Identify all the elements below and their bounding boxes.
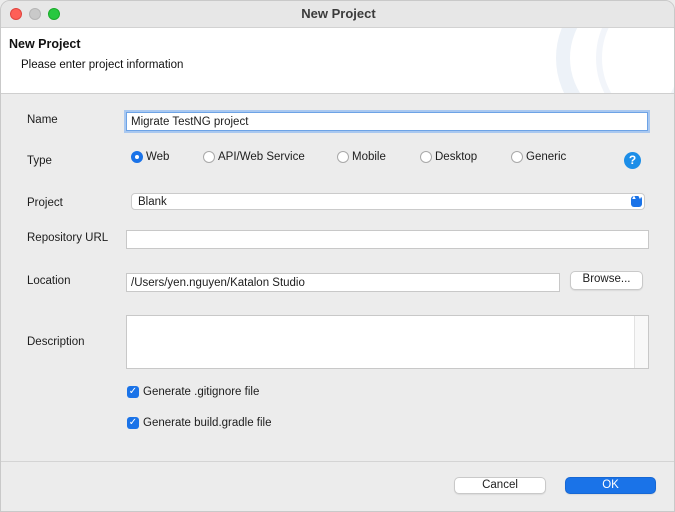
location-field[interactable]: /Users/yen.nguyen/Katalon Studio xyxy=(126,273,560,292)
gitignore-checkbox-label: Generate .gitignore file xyxy=(143,386,260,398)
type-option-label: Desktop xyxy=(435,151,478,163)
dialog-header: New Project Please enter project informa… xyxy=(1,28,674,94)
type-option-label: Generic xyxy=(526,151,567,163)
project-label: Project xyxy=(27,197,63,209)
type-option-label: Web xyxy=(146,151,170,163)
project-select[interactable]: Blank ▲▼ xyxy=(131,193,645,210)
browse-button[interactable]: Browse... xyxy=(570,271,643,290)
ok-button[interactable]: OK xyxy=(565,477,656,494)
gitignore-checkbox[interactable]: ✓ Generate .gitignore file xyxy=(127,385,259,398)
type-radio-generic[interactable]: Generic xyxy=(511,150,566,163)
radio-icon xyxy=(337,151,349,163)
type-radio-desktop[interactable]: Desktop xyxy=(420,150,477,163)
type-radio-api[interactable]: API/Web Service xyxy=(203,150,305,163)
window-title: New Project xyxy=(301,6,376,21)
description-label: Description xyxy=(27,336,85,348)
type-label: Type xyxy=(27,155,52,167)
checkmark-icon: ✓ xyxy=(127,386,139,398)
header-subtitle: Please enter project information xyxy=(21,59,184,71)
type-option-label: API/Web Service xyxy=(218,151,305,163)
project-select-value: Blank xyxy=(138,196,167,208)
build-gradle-checkbox-label: Generate build.gradle file xyxy=(143,417,272,429)
description-scrollbar[interactable] xyxy=(634,316,648,368)
radio-selected-icon xyxy=(131,151,143,163)
location-label: Location xyxy=(27,275,71,287)
help-icon[interactable]: ? xyxy=(624,152,641,169)
build-gradle-checkbox[interactable]: ✓ Generate build.gradle file xyxy=(127,416,272,429)
radio-icon xyxy=(511,151,523,163)
radio-icon xyxy=(203,151,215,163)
select-arrows-icon: ▲▼ xyxy=(631,195,643,207)
type-radio-web[interactable]: Web xyxy=(131,150,169,163)
description-textarea[interactable] xyxy=(126,315,649,369)
type-radio-mobile[interactable]: Mobile xyxy=(337,150,386,163)
name-field[interactable]: Migrate TestNG project xyxy=(126,112,648,131)
title-bar: New Project xyxy=(1,1,674,28)
cancel-button[interactable]: Cancel xyxy=(454,477,546,494)
footer-separator xyxy=(1,461,674,462)
repository-url-field[interactable] xyxy=(126,230,649,249)
type-option-label: Mobile xyxy=(352,151,386,163)
radio-icon xyxy=(420,151,432,163)
name-label: Name xyxy=(27,114,58,126)
repository-url-label: Repository URL xyxy=(27,232,109,244)
header-title: New Project xyxy=(9,37,81,51)
checkmark-icon: ✓ xyxy=(127,417,139,429)
header-decoration-inner xyxy=(596,28,674,93)
new-project-dialog: New Project New Project Please enter pro… xyxy=(0,0,675,512)
